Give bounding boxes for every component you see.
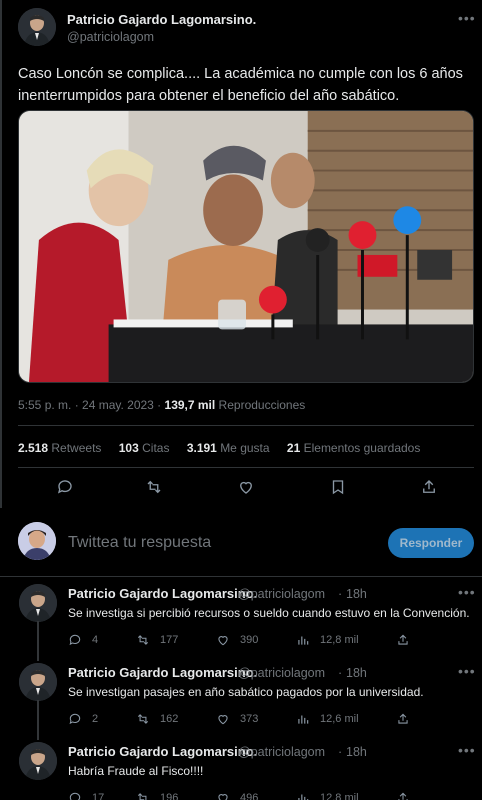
views-count: 12,8 mil bbox=[320, 634, 359, 646]
avatar-image bbox=[19, 663, 57, 701]
reply-author-name[interactable]: Patricio Gajardo Lagomarsino. bbox=[68, 665, 257, 680]
reply-tweet[interactable]: Patricio Gajardo Lagomarsino. @patriciol… bbox=[0, 577, 482, 661]
retweets-count[interactable]: 2.518 bbox=[18, 441, 48, 455]
like-icon[interactable]: 373 bbox=[216, 712, 258, 726]
tweet-time[interactable]: 5:55 p. m. · 24 may. 2023 · bbox=[18, 398, 165, 412]
reply-count: 2 bbox=[92, 713, 99, 725]
share-icon[interactable] bbox=[420, 478, 440, 498]
author-avatar[interactable] bbox=[19, 584, 57, 622]
divider bbox=[18, 425, 474, 426]
main-tweet: Patricio Gajardo Lagomarsino. @patriciol… bbox=[0, 0, 482, 508]
reply-text: Se investiga si percibió recursos o suel… bbox=[68, 606, 470, 620]
avatar-image bbox=[18, 8, 56, 46]
retweet-icon[interactable]: 196 bbox=[136, 791, 178, 800]
retweet-icon[interactable]: 162 bbox=[136, 712, 178, 726]
thread-line bbox=[37, 700, 39, 740]
reply-separator: · bbox=[338, 666, 343, 680]
reply-time[interactable]: 18h bbox=[346, 587, 367, 601]
bookmarks-count[interactable]: 21 bbox=[287, 441, 300, 455]
likes-label[interactable]: Me gusta bbox=[220, 441, 269, 455]
views-icon[interactable]: 12,6 mil bbox=[296, 712, 359, 726]
views-label: Reproducciones bbox=[215, 398, 306, 412]
retweet-count: 196 bbox=[160, 792, 179, 800]
reply-separator: · bbox=[338, 587, 343, 601]
author-handle[interactable]: @patriciolagom bbox=[67, 30, 154, 44]
reply-input[interactable]: Twittea tu respuesta bbox=[68, 534, 211, 552]
reply-author-name[interactable]: Patricio Gajardo Lagomarsino. bbox=[68, 744, 257, 759]
reply-icon[interactable]: 2 bbox=[68, 712, 98, 726]
more-horizontal-icon[interactable]: ••• bbox=[458, 742, 476, 758]
reply-text: Habría Fraude al Fisco!!!! bbox=[68, 764, 204, 778]
avatar-image bbox=[19, 742, 57, 780]
reply-text: Se investigan pasajes en año sabático pa… bbox=[68, 685, 424, 699]
like-icon[interactable]: 390 bbox=[216, 633, 258, 647]
like-count: 373 bbox=[240, 713, 259, 725]
author-avatar[interactable] bbox=[19, 663, 57, 701]
retweet-icon[interactable] bbox=[145, 478, 165, 498]
bookmarks-label[interactable]: Elementos guardados bbox=[304, 441, 421, 455]
tweet-meta: 5:55 p. m. · 24 may. 2023 · 139,7 mil Re… bbox=[18, 398, 305, 412]
reply-author-handle[interactable]: @patriciolagom bbox=[238, 666, 325, 680]
tweet-actions bbox=[18, 478, 474, 500]
tweet-photo[interactable] bbox=[18, 110, 474, 383]
reply-author-handle[interactable]: @patriciolagom bbox=[238, 587, 325, 601]
author-name[interactable]: Patricio Gajardo Lagomarsino. bbox=[67, 12, 256, 27]
reply-actions: 2 162 373 12,6 mil bbox=[68, 710, 468, 728]
likes-count[interactable]: 3.191 bbox=[187, 441, 217, 455]
press-conference-image bbox=[19, 111, 473, 382]
bookmark-icon[interactable] bbox=[329, 478, 349, 498]
share-icon[interactable] bbox=[396, 791, 420, 800]
thread-line bbox=[37, 621, 39, 661]
avatar-image bbox=[19, 584, 57, 622]
retweet-count: 177 bbox=[160, 634, 179, 646]
reply-count: 17 bbox=[92, 792, 105, 800]
quotes-label[interactable]: Citas bbox=[142, 441, 169, 455]
reply-time[interactable]: 18h bbox=[346, 666, 367, 680]
reply-separator: · bbox=[338, 745, 343, 759]
retweet-icon[interactable]: 177 bbox=[136, 633, 178, 647]
views-icon[interactable]: 12,8 mil bbox=[296, 791, 359, 800]
like-count: 390 bbox=[240, 634, 259, 646]
share-icon[interactable] bbox=[396, 712, 420, 726]
reply-tweet[interactable]: Patricio Gajardo Lagomarsino. @patriciol… bbox=[0, 735, 482, 800]
views-icon[interactable]: 12,8 mil bbox=[296, 633, 359, 647]
views-count: 139,7 mil bbox=[164, 398, 216, 412]
reply-icon[interactable]: 4 bbox=[68, 633, 98, 647]
more-horizontal-icon[interactable]: ••• bbox=[458, 10, 476, 26]
more-horizontal-icon[interactable]: ••• bbox=[458, 584, 476, 600]
like-count: 496 bbox=[240, 792, 259, 800]
reply-count: 4 bbox=[92, 634, 99, 646]
like-icon[interactable] bbox=[237, 478, 257, 498]
tweet-text: Caso Loncón se complica.... La académica… bbox=[18, 66, 463, 104]
reply-tweet[interactable]: Patricio Gajardo Lagomarsino. @patriciol… bbox=[0, 656, 482, 740]
author-avatar[interactable] bbox=[18, 8, 56, 46]
retweet-count: 162 bbox=[160, 713, 179, 725]
retweets-label[interactable]: Retweets bbox=[51, 441, 101, 455]
reply-actions: 4 177 390 12,8 mil bbox=[68, 631, 468, 649]
more-horizontal-icon[interactable]: ••• bbox=[458, 663, 476, 679]
author-avatar[interactable] bbox=[19, 742, 57, 780]
views-count: 12,8 mil bbox=[320, 792, 359, 800]
reply-icon[interactable]: 17 bbox=[68, 791, 104, 800]
reply-author-handle[interactable]: @patriciolagom bbox=[238, 745, 325, 759]
reply-button[interactable]: Responder bbox=[388, 528, 474, 558]
user-avatar-image bbox=[18, 522, 56, 560]
views-count: 12,6 mil bbox=[320, 713, 359, 725]
reply-time[interactable]: 18h bbox=[346, 745, 367, 759]
reply-actions: 17 196 496 12,8 mil bbox=[68, 789, 468, 800]
tweet-stats: 2.518 Retweets 103 Citas 3.191 Me gusta … bbox=[18, 441, 434, 455]
divider bbox=[18, 467, 474, 468]
reply-composer: Twittea tu respuesta Responder bbox=[0, 518, 482, 570]
quotes-count[interactable]: 103 bbox=[119, 441, 139, 455]
reply-icon[interactable] bbox=[56, 478, 76, 498]
thread-border bbox=[0, 0, 2, 508]
share-icon[interactable] bbox=[396, 633, 420, 647]
reply-author-name[interactable]: Patricio Gajardo Lagomarsino. bbox=[68, 586, 257, 601]
current-user-avatar[interactable] bbox=[18, 522, 56, 560]
like-icon[interactable]: 496 bbox=[216, 791, 258, 800]
